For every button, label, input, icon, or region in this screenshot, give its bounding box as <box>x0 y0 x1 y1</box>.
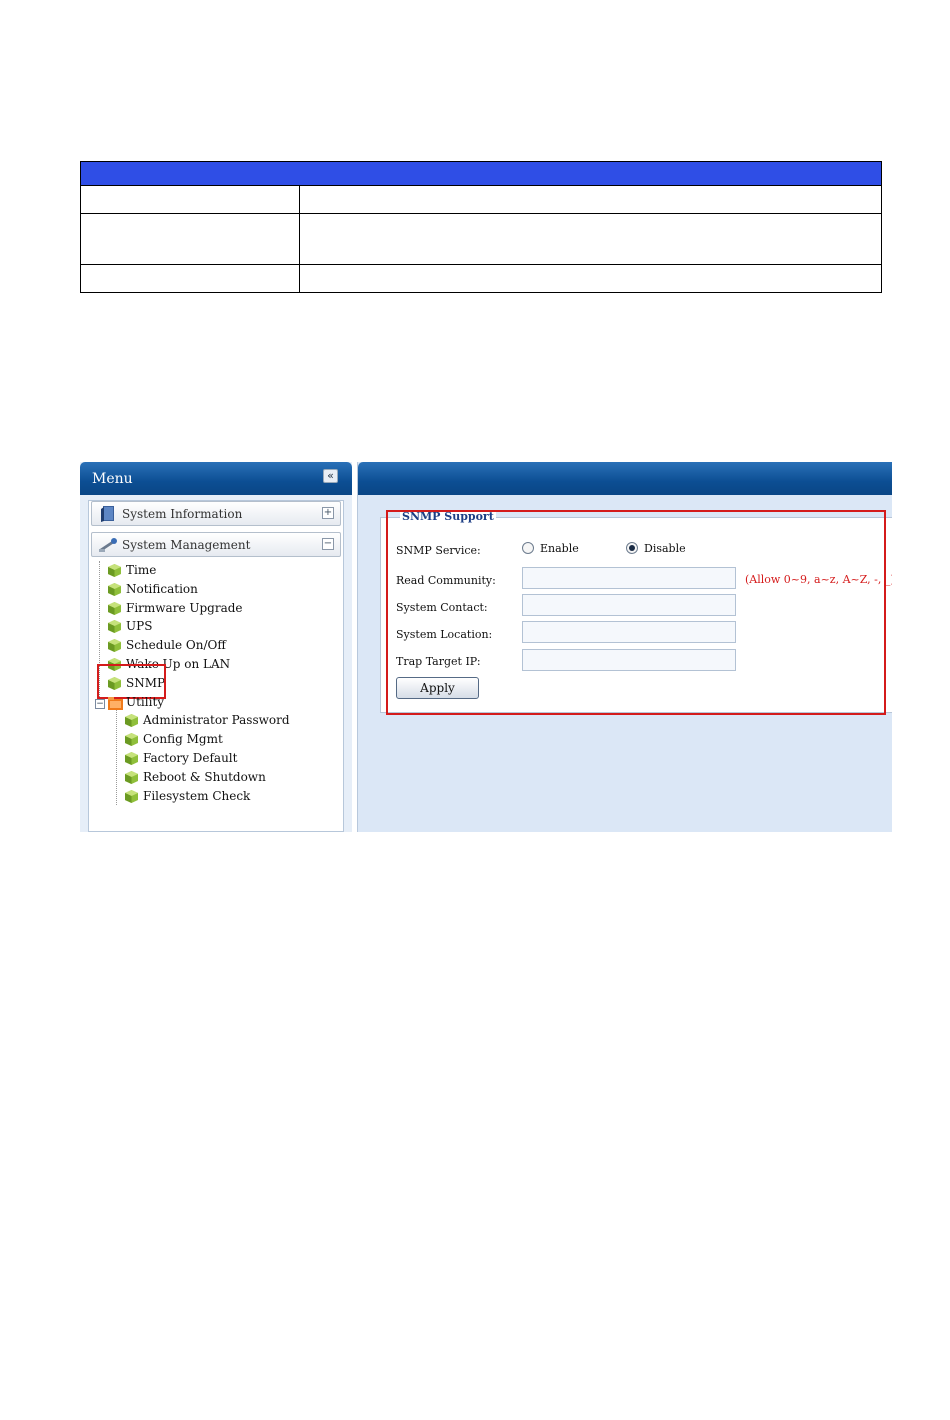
doc-table-row <box>80 185 882 214</box>
doc-table-cell <box>299 264 882 293</box>
doc-table-cell <box>299 185 882 214</box>
menu-header: Menu « <box>80 462 352 495</box>
plus-icon[interactable]: + <box>322 507 334 519</box>
doc-table-header <box>80 161 882 186</box>
menu-body: System Information + System Management −… <box>88 500 344 832</box>
menu-item-label: Schedule On/Off <box>126 638 226 652</box>
content-panel: SNMP Support SNMP Service: Enable Disabl… <box>357 462 892 832</box>
menu-item-label: Reboot & Shutdown <box>143 770 266 784</box>
accordion-system-information[interactable]: System Information + <box>91 501 341 526</box>
doc-table-row <box>80 264 882 293</box>
accordion-label: System Information <box>122 507 243 521</box>
cube-icon <box>125 790 138 803</box>
cube-icon <box>125 733 138 746</box>
doc-table-cell <box>80 264 300 293</box>
doc-table-cell <box>80 185 300 214</box>
cube-icon <box>108 602 121 615</box>
menu-panel: Menu « System Information + System Manag… <box>80 462 352 832</box>
minus-icon[interactable]: − <box>322 538 334 550</box>
cube-icon <box>108 639 121 652</box>
tree-connector <box>116 709 117 805</box>
cube-icon <box>125 771 138 784</box>
menu-item-label: Factory Default <box>143 751 238 765</box>
doc-table-row <box>80 213 882 265</box>
cube-icon <box>108 564 121 577</box>
minus-icon[interactable]: − <box>95 699 105 709</box>
menu-item-label: UPS <box>126 619 153 633</box>
menu-title: Menu <box>92 471 133 487</box>
menu-item-label: Firmware Upgrade <box>126 601 243 615</box>
menu-item-label: Administrator Password <box>143 713 290 727</box>
content-header <box>358 462 892 495</box>
folder-icon <box>108 697 123 710</box>
form-highlight-box <box>386 510 886 715</box>
snmp-screenshot: Menu « System Information + System Manag… <box>80 462 892 832</box>
menu-item-label: Utility <box>126 695 165 709</box>
cube-icon <box>108 620 121 633</box>
book-icon <box>101 506 114 522</box>
accordion-system-management[interactable]: System Management − <box>91 532 341 557</box>
cube-icon <box>125 752 138 765</box>
snmp-highlight-box <box>97 664 166 699</box>
menu-item-label: Filesystem Check <box>143 789 251 803</box>
menu-item-label: Time <box>126 563 157 577</box>
menu-item-label: Notification <box>126 582 198 596</box>
wrench-icon <box>99 538 117 552</box>
doc-table-cell <box>80 213 300 265</box>
double-chevron-left-icon[interactable]: « <box>323 469 338 483</box>
doc-table <box>80 161 882 293</box>
cube-icon <box>125 714 138 727</box>
doc-table-cell <box>299 213 882 265</box>
accordion-label: System Management <box>122 538 251 552</box>
cube-icon <box>108 583 121 596</box>
menu-item-label: Config Mgmt <box>143 732 223 746</box>
